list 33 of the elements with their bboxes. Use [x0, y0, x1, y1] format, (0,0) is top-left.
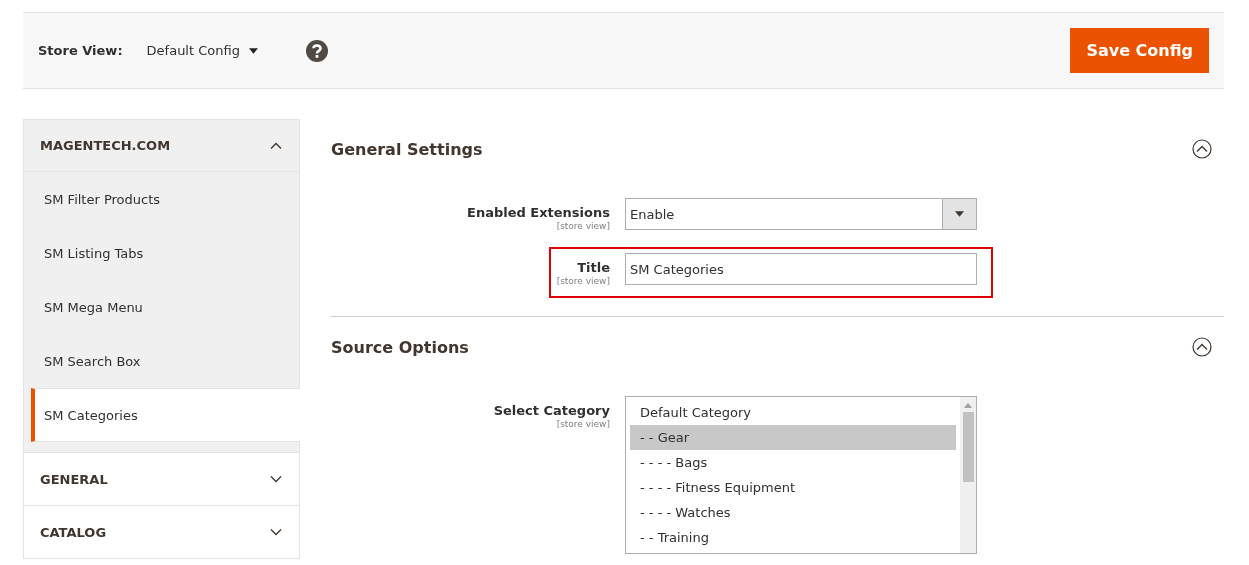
- scope-note: [store view]: [556, 419, 610, 429]
- sidebar-item[interactable]: SM Mega Menu: [24, 280, 299, 334]
- collapse-icon[interactable]: [1192, 337, 1212, 357]
- list-option[interactable]: - - Gear: [630, 425, 956, 450]
- list-option[interactable]: - - - - Watches: [630, 500, 956, 525]
- store-view-label: Store View:: [38, 43, 123, 58]
- field-label: Enabled Extensions: [467, 205, 610, 220]
- section-title[interactable]: General Settings: [331, 139, 483, 159]
- section-title[interactable]: Source Options: [331, 337, 469, 357]
- sidebar-item[interactable]: SM Categories: [31, 388, 300, 442]
- select-field[interactable]: Enable: [625, 198, 977, 230]
- caret-icon: [248, 47, 258, 54]
- text-input-field[interactable]: SM Categories: [625, 253, 977, 285]
- sidebar-item[interactable]: SM Listing Tabs: [24, 226, 299, 280]
- field-label: Select Category: [493, 403, 610, 418]
- list-option[interactable]: - - - - Fitness Equipment: [630, 475, 956, 500]
- list-option[interactable]: - - - - Bags: [630, 450, 956, 475]
- collapse-icon[interactable]: [1192, 139, 1212, 159]
- category-listbox[interactable]: Default Category - - Gear - - - - Bags - - - - Fitness Equipment - - - - Watches - - Training: [625, 396, 977, 554]
- scope-note: [store view]: [556, 276, 610, 286]
- field-label: Title: [577, 260, 610, 275]
- list-option[interactable]: Default Category: [630, 400, 956, 425]
- sidebar-group-header[interactable]: MAGENTECH.COM: [24, 120, 299, 172]
- store-view-dropdown[interactable]: Default Config: [146, 43, 258, 58]
- sidebar-item[interactable]: SM Filter Products: [24, 172, 299, 226]
- list-option[interactable]: - - Training: [630, 525, 956, 550]
- sidebar-item[interactable]: SM Search Box: [24, 334, 299, 388]
- help-icon[interactable]: [305, 39, 328, 62]
- dropdown-button[interactable]: [942, 199, 976, 229]
- save-config-button[interactable]: Save Config: [1070, 28, 1209, 73]
- scrollbar[interactable]: [960, 397, 976, 553]
- caret-icon: [955, 211, 964, 217]
- scope-note: [store view]: [556, 221, 610, 231]
